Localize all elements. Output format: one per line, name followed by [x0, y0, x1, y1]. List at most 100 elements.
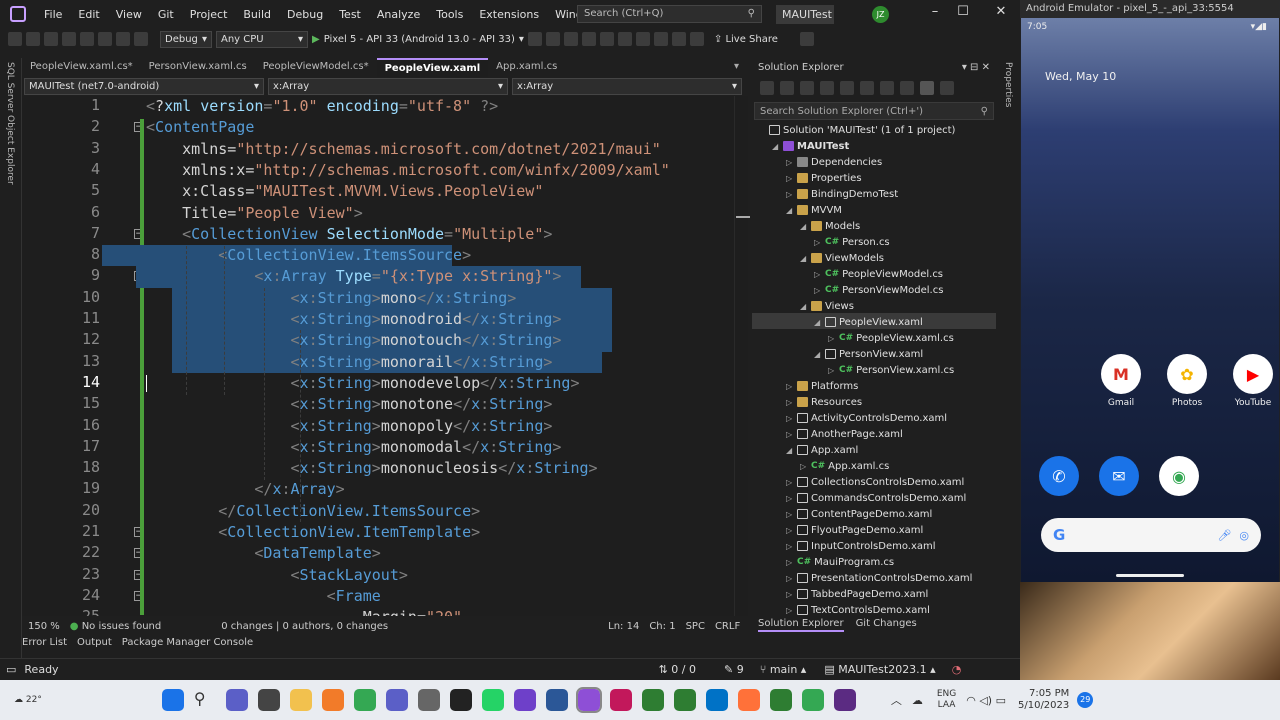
menu-view[interactable]: View [108, 8, 150, 21]
tree-item[interactable]: ◢ ViewModels [800, 250, 884, 266]
code-line[interactable]: <x:String>monorail</x:String> [146, 352, 553, 373]
visual-studio-taskbar-icon[interactable] [575, 687, 602, 713]
expand-arrow-icon[interactable]: ▷ [828, 366, 836, 375]
tree-item[interactable]: ▷ C# MauiProgram.cs [786, 554, 894, 570]
docker-icon[interactable] [545, 689, 568, 711]
tree-item[interactable]: ◢ App.xaml [786, 442, 858, 458]
git-repo[interactable]: ▤ MAUITest2023.1 ▴ [824, 663, 935, 676]
tree-item[interactable]: ▷ Properties [786, 170, 862, 186]
collapse-all-icon[interactable] [860, 81, 874, 95]
tree-item[interactable]: ▷ TabbedPageDemo.xaml [786, 586, 928, 602]
run-button[interactable]: ▶ Pixel 5 - API 33 (Android 13.0 - API 33… [312, 34, 524, 45]
expand-arrow-icon[interactable]: ▷ [786, 478, 794, 487]
teams-chat-icon[interactable] [225, 689, 248, 711]
expand-arrow-icon[interactable]: ▷ [786, 382, 794, 391]
project-scope-select[interactable]: MAUITest (net7.0-android) ▾ [24, 78, 264, 95]
code-line[interactable]: <CollectionView.ItemTemplate> [146, 522, 480, 543]
expand-arrow-icon[interactable]: ▷ [828, 334, 836, 343]
tree-item[interactable]: ◢ Models [800, 218, 860, 234]
outlook-icon[interactable] [705, 689, 728, 711]
git-branch[interactable]: ⑂ main ▴ [760, 663, 807, 676]
gesture-nav-bar[interactable] [1116, 574, 1184, 577]
task-view-icon[interactable] [257, 689, 280, 711]
search-input[interactable]: Search (Ctrl+Q) ⚲ [577, 5, 762, 23]
expand-arrow-icon[interactable]: ▷ [786, 558, 794, 567]
bookmark-icon[interactable] [689, 32, 704, 46]
weather-widget[interactable]: ☁ 22° [14, 695, 42, 705]
tree-item[interactable]: ◢ PeopleView.xaml [814, 314, 923, 330]
code-line[interactable]: <x:String>mononucleosis</x:String> [146, 458, 598, 479]
live-share-button[interactable]: ⇪ Live Share [714, 34, 778, 45]
tree-item[interactable]: ◢ MVVM [786, 202, 842, 218]
expand-arrow-icon[interactable]: ▷ [786, 398, 794, 407]
tree-item[interactable]: ▷ C# App.xaml.cs [800, 458, 889, 474]
start-without-debugging-icon[interactable] [527, 32, 542, 46]
code-line[interactable]: <Frame [146, 586, 381, 607]
expand-arrow-icon[interactable]: ▷ [814, 286, 822, 295]
solution-search-input[interactable]: Search Solution Explorer (Ctrl+') ⚲ [754, 102, 994, 120]
type-scope-select[interactable]: x:Array ▾ [268, 78, 508, 95]
menu-git[interactable]: Git [150, 8, 182, 21]
app-icon[interactable] [609, 689, 632, 711]
tab-git-changes[interactable]: Git Changes [856, 618, 917, 632]
code-line[interactable]: <DataTemplate> [146, 543, 380, 564]
expand-arrow-icon[interactable]: ▷ [786, 510, 794, 519]
menu-extensions[interactable]: Extensions [471, 8, 547, 21]
tree-item[interactable]: ▷ InputControlsDemo.xaml [786, 538, 936, 554]
menu-project[interactable]: Project [182, 8, 236, 21]
maximize-button[interactable]: ☐ [948, 4, 978, 24]
tree-item[interactable]: ◢ PersonView.xaml [814, 346, 923, 362]
feedback-icon[interactable] [799, 32, 814, 46]
postman-icon[interactable] [321, 689, 344, 711]
hot-reload-icon[interactable] [545, 32, 560, 46]
firefox-icon[interactable] [737, 689, 760, 711]
onedrive-icon[interactable]: ☁ [912, 694, 923, 707]
xaml-tools-icon[interactable] [599, 32, 614, 46]
tree-item[interactable]: ▷ PresentationControlsDemo.xaml [786, 570, 972, 586]
menu-tools[interactable]: Tools [428, 8, 471, 21]
bottom-tab-output[interactable]: Output [77, 637, 112, 653]
menu-file[interactable]: File [36, 8, 70, 21]
code-line[interactable]: <x:String>monotone</x:String> [146, 394, 553, 415]
code-line[interactable]: <x:Array Type="{x:Type x:String}"> [146, 266, 561, 287]
search-icon[interactable]: ⚲ [194, 689, 216, 711]
tree-item[interactable]: ▷ Platforms [786, 378, 858, 394]
tab-peopleview-xaml[interactable]: PeopleView.xaml [376, 58, 489, 77]
expand-arrow-icon[interactable]: ▷ [786, 590, 794, 599]
vs-preview-icon[interactable] [833, 689, 856, 711]
issues-indicator[interactable]: ● No issues found [70, 621, 161, 632]
tree-item[interactable]: ▷ ActivityControlsDemo.xaml [786, 410, 947, 426]
tree-item[interactable]: ▷ AnotherPage.xaml [786, 426, 903, 442]
close-button[interactable]: ✕ [986, 4, 1016, 24]
taskbar-clock[interactable]: 7:05 PM 5/10/2023 [1018, 688, 1069, 712]
menu-edit[interactable]: Edit [70, 8, 107, 21]
sync-with-active-document-icon[interactable] [760, 81, 774, 95]
code-line[interactable]: <CollectionView SelectionMode="Multiple"… [146, 224, 552, 245]
layout-icon[interactable] [617, 32, 632, 46]
whatsapp-icon[interactable] [481, 689, 504, 711]
properties-icon[interactable] [900, 81, 914, 95]
start-icon[interactable] [161, 689, 184, 711]
tree-item[interactable]: ▷ C# PersonViewModel.cs [814, 282, 943, 298]
bottom-tab-error-list[interactable]: Error List [22, 637, 67, 653]
code-line[interactable]: <x:String>monodevelop</x:String> [146, 373, 580, 394]
avatar[interactable]: JZ [872, 6, 889, 23]
redo-icon[interactable] [134, 32, 148, 46]
code-line[interactable]: <x:String>monotouch</x:String> [146, 330, 562, 351]
tab-solution-explorer[interactable]: Solution Explorer [758, 618, 844, 632]
forward-icon[interactable] [26, 32, 40, 46]
code-line[interactable]: x:Class="MAUITest.MVVM.Views.PeopleView" [146, 181, 543, 202]
chrome-2-icon[interactable] [801, 689, 824, 711]
back-icon[interactable] [8, 32, 22, 46]
expand-arrow-icon[interactable]: ◢ [814, 350, 822, 359]
preview-selected-items-icon[interactable] [920, 81, 934, 95]
expand-arrow-icon[interactable]: ◢ [800, 302, 808, 311]
menu-analyze[interactable]: Analyze [369, 8, 428, 21]
save-icon[interactable] [80, 32, 94, 46]
tab-peopleviewmodel-cs[interactable]: PeopleViewModel.cs* [255, 58, 377, 77]
expand-arrow-icon[interactable]: ▷ [814, 238, 822, 247]
comment-icon[interactable] [635, 32, 650, 46]
editor-vertical-scrollbar[interactable] [734, 96, 750, 616]
switch-views-icon[interactable] [800, 81, 814, 95]
device-manager-icon[interactable] [581, 32, 596, 46]
